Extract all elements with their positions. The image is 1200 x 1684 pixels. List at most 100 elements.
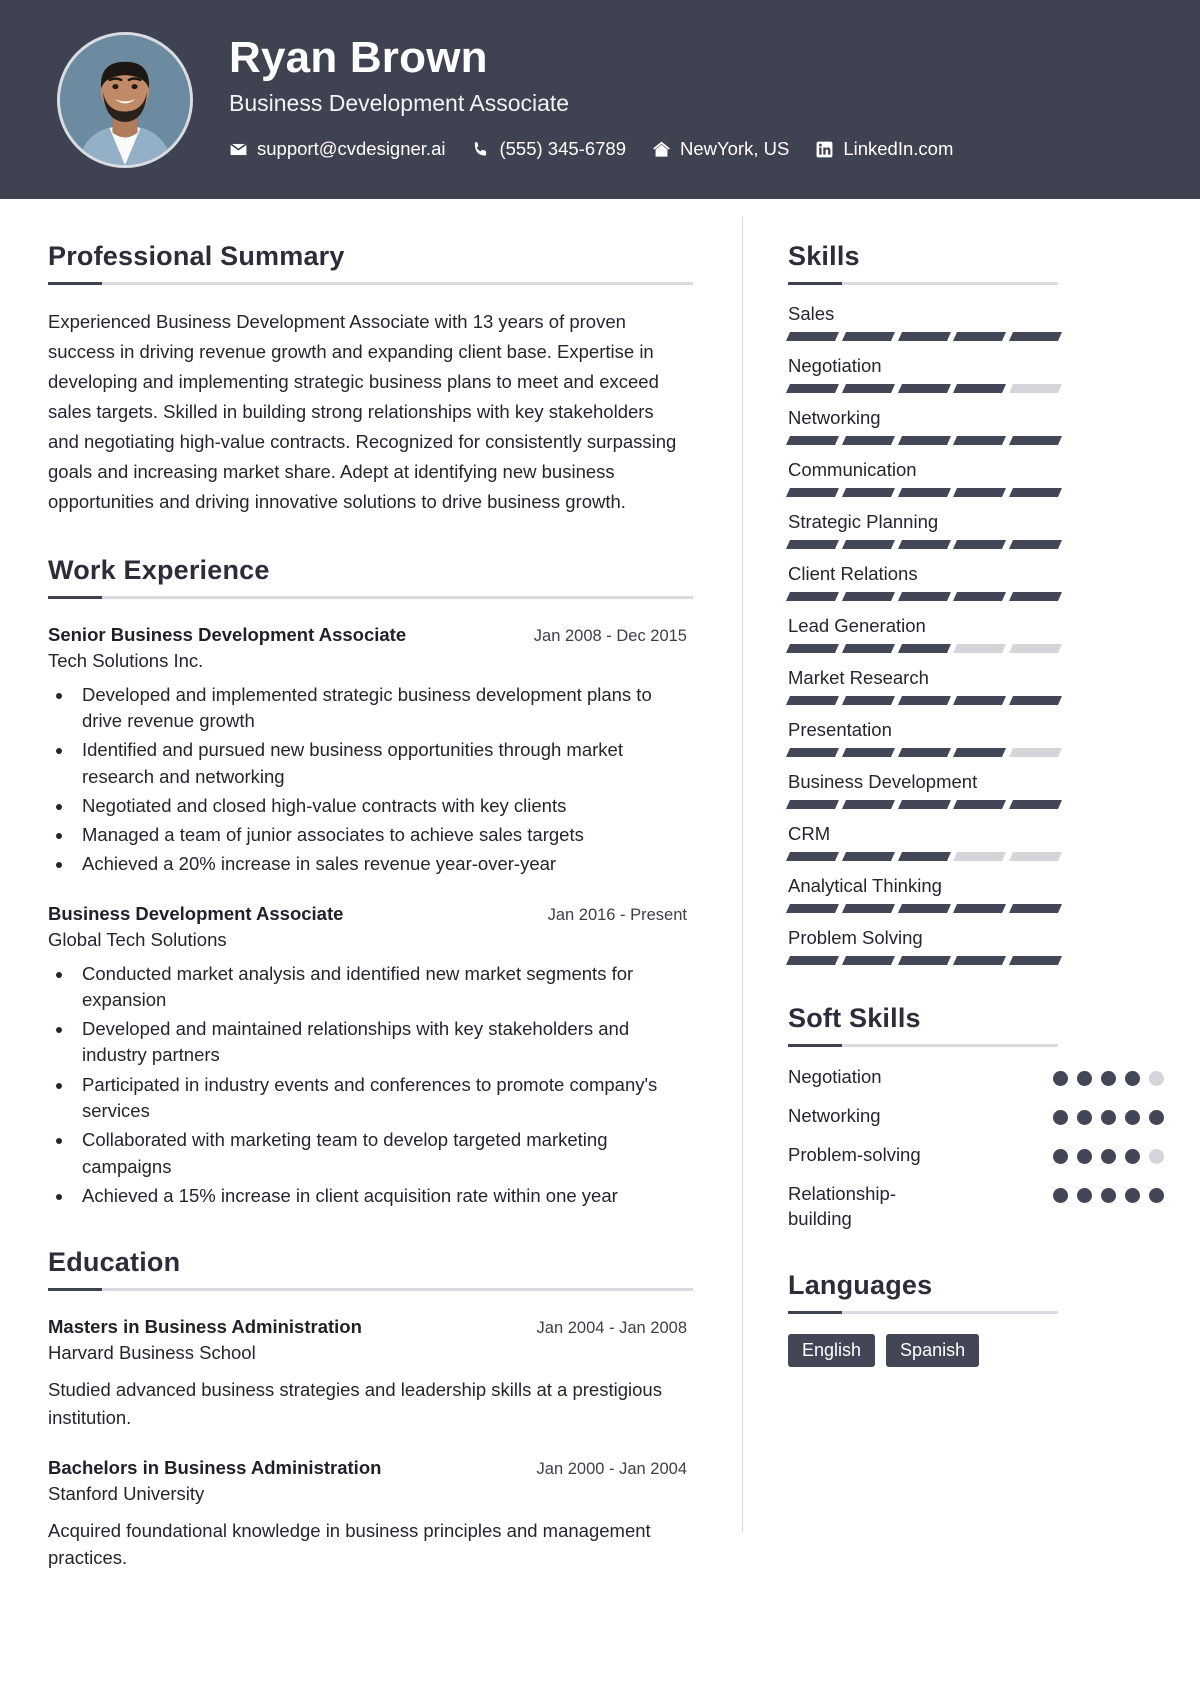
experience-company: Tech Solutions Inc. — [48, 649, 204, 671]
rating-dot — [1149, 1148, 1164, 1164]
soft-skill-name: Negotiation — [788, 1066, 882, 1087]
skill-segment — [1009, 436, 1062, 445]
skill-segment — [841, 748, 895, 757]
skill-segment — [953, 488, 1007, 497]
skill-name: Communication — [788, 459, 917, 480]
skill-item: Communication — [785, 459, 1164, 497]
skill-segment — [1009, 488, 1062, 497]
experience-date: Jan 2008 - Dec 2015 — [533, 626, 687, 645]
rating-dot — [1125, 1071, 1140, 1086]
skill-segment — [897, 748, 951, 757]
skill-segment — [785, 332, 839, 341]
list-item: Achieved a 15% increase in client acquis… — [74, 1183, 687, 1209]
skill-segment — [785, 488, 839, 497]
skill-segment — [897, 592, 951, 601]
skill-segment — [785, 696, 839, 705]
rating-dot — [1077, 1148, 1092, 1164]
skill-segment — [953, 748, 1007, 757]
experience-bullets: Conducted market analysis and identified… — [74, 961, 687, 1209]
skill-name: Analytical Thinking — [788, 875, 942, 896]
skill-item: Market Research — [785, 667, 1164, 705]
soft-skills-list: Negotiation Networking Problem-solving Rela… — [788, 1065, 1164, 1232]
skill-segment — [897, 436, 951, 445]
skill-level-bar — [785, 592, 1062, 601]
skill-level-bar — [785, 540, 1062, 549]
rating-dot — [1077, 1071, 1092, 1086]
skill-level-bar — [785, 332, 1062, 341]
skill-segment — [841, 540, 895, 549]
skill-segment — [841, 696, 895, 705]
rating-dot — [1077, 1187, 1092, 1203]
contact-phone[interactable]: (555) 345-6789 — [471, 138, 626, 160]
candidate-role: Business Development Associate — [229, 90, 570, 117]
skill-level-bar — [785, 488, 1062, 497]
skill-segment — [841, 956, 895, 965]
section-title-languages: Languages — [788, 1269, 933, 1300]
list-item: Developed and implemented strategic busi… — [74, 682, 687, 735]
rating-dot — [1053, 1187, 1068, 1203]
experience-item: Business Development Associate Jan 2016 … — [48, 903, 687, 1209]
profile-photo-icon — [60, 34, 190, 165]
skill-item: Strategic Planning — [785, 511, 1164, 549]
section-rule — [788, 1310, 1058, 1314]
experience-company: Global Tech Solutions — [48, 928, 227, 950]
section-title-education: Education — [48, 1247, 181, 1278]
section-rule — [48, 1288, 693, 1292]
soft-skill-rating — [1053, 1104, 1164, 1125]
skill-segment — [1009, 540, 1062, 549]
experience-item-head: Business Development Associate Jan 2016 … — [48, 903, 687, 925]
rating-dot — [1101, 1109, 1116, 1125]
skill-segment — [1009, 748, 1062, 757]
skill-level-bar — [785, 800, 1062, 809]
skill-segment — [841, 904, 895, 913]
skill-name: Lead Generation — [788, 615, 926, 636]
soft-skill-item: Problem-solving — [788, 1143, 1164, 1168]
experience-item-head: Senior Business Development Associate Ja… — [48, 624, 687, 646]
skill-segment — [953, 332, 1007, 341]
soft-skill-item: Negotiation — [788, 1065, 1164, 1090]
skill-level-bar — [785, 436, 1062, 445]
contact-linkedin[interactable]: LinkedIn.com — [815, 138, 953, 160]
list-item: Developed and maintained relationships w… — [74, 1016, 687, 1069]
list-item: Collaborated with marketing team to deve… — [74, 1127, 687, 1180]
contact-email[interactable]: support@cvdesigner.ai — [229, 138, 445, 160]
skill-segment — [897, 488, 951, 497]
section-professional-summary: Professional Summary Experienced Busines… — [48, 241, 693, 517]
education-item-head: Masters in Business Administration Jan 2… — [48, 1316, 687, 1338]
rating-dot — [1149, 1071, 1164, 1086]
section-work-experience: Work Experience Senior Business Developm… — [48, 555, 693, 1209]
skill-segment — [953, 436, 1007, 445]
skill-item: Analytical Thinking — [785, 875, 1164, 913]
list-item: Achieved a 20% increase in sales revenue… — [74, 851, 687, 877]
skill-name: Market Research — [788, 667, 929, 688]
section-title-summary: Professional Summary — [48, 241, 345, 271]
skill-segment — [1009, 644, 1062, 653]
languages-list: English Spanish — [788, 1333, 1164, 1367]
skill-name: Networking — [788, 407, 881, 428]
skill-name: Business Development — [788, 771, 978, 792]
section-languages: Languages English Spanish — [788, 1270, 1164, 1367]
skill-item: Negotiation — [785, 355, 1164, 393]
contact-list: support@cvdesigner.ai (555) 345-6789 New… — [229, 138, 953, 160]
contact-email-text: support@cvdesigner.ai — [257, 138, 446, 160]
skill-segment — [785, 644, 839, 653]
sidebar-column: Skills Sales Negotiation Networking Communi… — [743, 207, 1200, 1612]
education-item-head: Bachelors in Business Administration Jan… — [48, 1457, 687, 1479]
rating-dot — [1053, 1071, 1068, 1086]
list-item: Negotiated and closed high-value contrac… — [74, 793, 687, 819]
language-chip: Spanish — [886, 1333, 980, 1367]
section-rule — [48, 282, 693, 285]
resume-page: Ryan Brown Business Development Associat… — [0, 0, 1200, 1684]
skill-segment — [953, 956, 1007, 965]
skill-segment — [785, 436, 839, 445]
soft-skill-rating — [1053, 1143, 1164, 1164]
skill-name: Sales — [788, 303, 835, 324]
rating-dot — [1053, 1148, 1068, 1164]
skill-segment — [953, 644, 1007, 653]
rating-dot — [1077, 1109, 1092, 1125]
skill-segment — [785, 592, 839, 601]
skill-segment — [897, 644, 951, 653]
skill-name: Strategic Planning — [788, 511, 939, 532]
skill-segment — [897, 852, 951, 861]
skill-segment — [1009, 332, 1062, 341]
